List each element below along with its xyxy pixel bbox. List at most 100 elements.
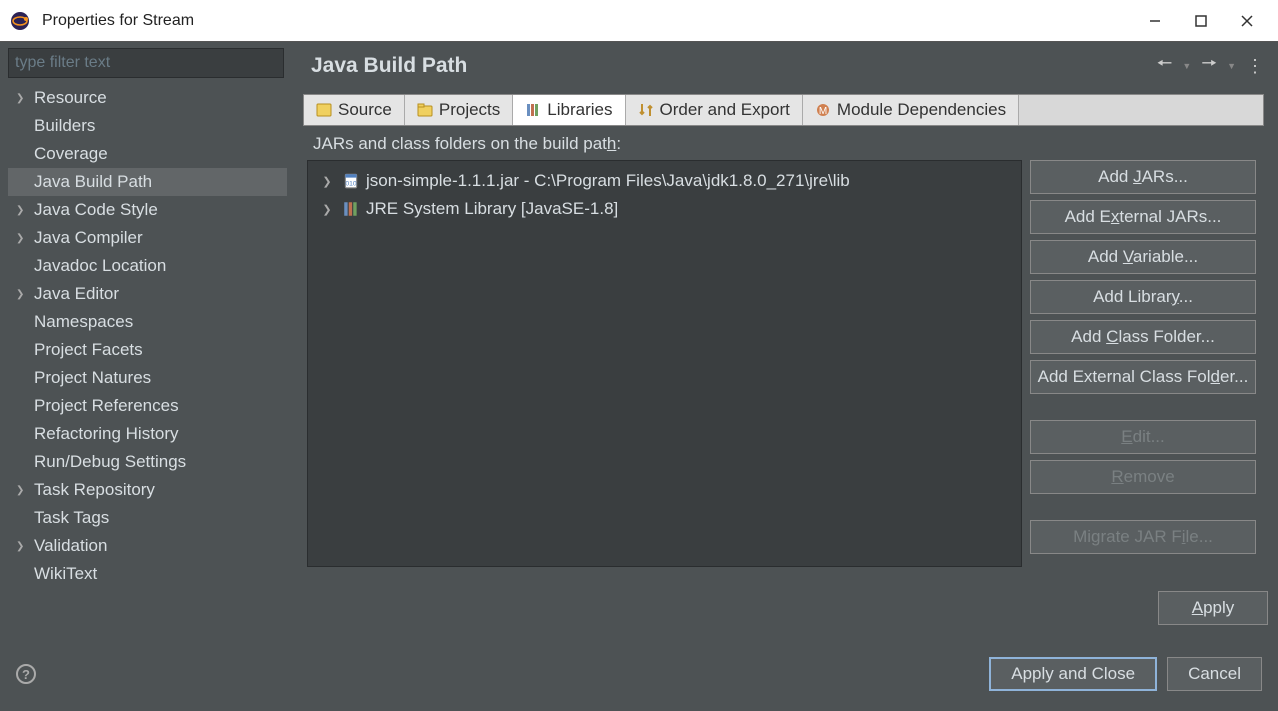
sidebar-item-task-tags[interactable]: Task Tags — [8, 504, 287, 532]
order-and-export-icon — [638, 102, 654, 118]
sidebar: ❯ Resource Builders Coverage Java Build Path… — [0, 42, 295, 633]
library-entry[interactable]: ❯ JRE System Library [JavaSE-1.8] — [312, 195, 1017, 223]
nav-forward-icon[interactable]: 🠖 — [1197, 49, 1221, 83]
sidebar-item-builders[interactable]: Builders — [8, 112, 287, 140]
header-nav: 🠔 ▼ 🠖 ▼ ⋮ — [1153, 49, 1266, 83]
tab-projects[interactable]: Projects — [405, 95, 513, 125]
libraries-icon — [525, 102, 541, 118]
window-controls — [1132, 5, 1270, 37]
add-variable-button[interactable]: Add Variable... — [1030, 240, 1256, 274]
sidebar-item-validation[interactable]: ❯ Validation — [8, 532, 287, 560]
eclipse-icon — [8, 9, 32, 33]
content-header: Java Build Path 🠔 ▼ 🠖 ▼ ⋮ — [299, 42, 1278, 90]
sidebar-item-label: Project Facets — [8, 340, 143, 360]
sidebar-item-label: WikiText — [8, 564, 97, 584]
add-external-jars-button[interactable]: Add External JARs... — [1030, 200, 1256, 234]
chevron-right-icon[interactable]: ❯ — [16, 93, 30, 104]
titlebar: Properties for Stream — [0, 0, 1278, 42]
sidebar-item-label: Javadoc Location — [8, 256, 166, 276]
apply-button[interactable]: Apply — [1158, 591, 1268, 625]
sidebar-item-resource[interactable]: ❯ Resource — [8, 84, 287, 112]
sidebar-item-namespaces[interactable]: Namespaces — [8, 308, 287, 336]
chevron-right-icon[interactable]: ❯ — [16, 233, 30, 244]
tab-label: Projects — [439, 100, 500, 120]
library-buttons: Add JARs... Add External JARs... Add Var… — [1030, 160, 1256, 567]
nav-back-dropdown-icon[interactable]: ▼ — [1182, 61, 1191, 71]
sidebar-item-java-code-style[interactable]: ❯ Java Code Style — [8, 196, 287, 224]
help-icon[interactable]: ? — [16, 664, 36, 684]
tab-label: Libraries — [547, 100, 612, 120]
close-button[interactable] — [1224, 5, 1270, 37]
apply-and-close-button[interactable]: Apply and Close — [989, 657, 1157, 691]
chevron-right-icon[interactable]: ❯ — [16, 541, 30, 552]
libraries-caption: JARs and class folders on the build path… — [303, 126, 1264, 160]
sidebar-item-refactoring-history[interactable]: Refactoring History — [8, 420, 287, 448]
lib-icon — [342, 200, 360, 218]
remove-button: Remove — [1030, 460, 1256, 494]
add-jars-button[interactable]: Add JARs... — [1030, 160, 1256, 194]
tab-label: Source — [338, 100, 392, 120]
module-dependencies-icon: M — [815, 102, 831, 118]
svg-text:M: M — [819, 106, 827, 117]
library-label: JRE System Library [JavaSE-1.8] — [366, 199, 618, 219]
tab-libraries[interactable]: Libraries — [513, 95, 625, 125]
add-external-class-folder-button[interactable]: Add External Class Folder... — [1030, 360, 1256, 394]
maximize-button[interactable] — [1178, 5, 1224, 37]
migrate-jar-button: Migrate JAR File... — [1030, 520, 1256, 554]
sidebar-item-javadoc-location[interactable]: Javadoc Location — [8, 252, 287, 280]
category-tree: ❯ Resource Builders Coverage Java Build Path… — [8, 84, 287, 588]
footer: ? Apply and Close Cancel — [0, 633, 1278, 711]
nav-forward-dropdown-icon[interactable]: ▼ — [1227, 61, 1236, 71]
sidebar-item-java-editor[interactable]: ❯ Java Editor — [8, 280, 287, 308]
sidebar-item-wikitext[interactable]: WikiText — [8, 560, 287, 588]
window-title: Properties for Stream — [42, 12, 1132, 30]
tab-order-and-export[interactable]: Order and Export — [626, 95, 803, 125]
page-title: Java Build Path — [311, 54, 1153, 78]
sidebar-item-label: Resource — [34, 88, 107, 108]
tab-source[interactable]: Source — [304, 95, 405, 125]
tabs: Source Projects Libraries Order and Export M… — [303, 94, 1264, 126]
chevron-right-icon[interactable]: ❯ — [16, 205, 30, 216]
libraries-list[interactable]: ❯010json-simple-1.1.1.jar - C:\Program F… — [307, 160, 1022, 567]
sidebar-item-label: Run/Debug Settings — [8, 452, 186, 472]
sidebar-item-label: Task Tags — [8, 508, 109, 528]
jar-icon: 010 — [342, 172, 360, 190]
chevron-right-icon[interactable]: ❯ — [16, 485, 30, 496]
sidebar-item-label: Validation — [34, 536, 107, 556]
sidebar-item-label: Project References — [8, 396, 179, 416]
sidebar-item-label: Java Editor — [34, 284, 119, 304]
chevron-right-icon[interactable]: ❯ — [16, 289, 30, 300]
content-pane: Java Build Path 🠔 ▼ 🠖 ▼ ⋮ Source Projects… — [295, 42, 1278, 633]
sidebar-item-project-facets[interactable]: Project Facets — [8, 336, 287, 364]
svg-text:010: 010 — [345, 181, 357, 188]
sidebar-item-label: Builders — [8, 116, 95, 136]
sidebar-item-label: Task Repository — [34, 480, 155, 500]
sidebar-item-coverage[interactable]: Coverage — [8, 140, 287, 168]
view-menu-icon[interactable]: ⋮ — [1242, 54, 1266, 79]
sidebar-item-java-compiler[interactable]: ❯ Java Compiler — [8, 224, 287, 252]
add-class-folder-button[interactable]: Add Class Folder... — [1030, 320, 1256, 354]
sidebar-item-run-debug-settings[interactable]: Run/Debug Settings — [8, 448, 287, 476]
sidebar-item-project-references[interactable]: Project References — [8, 392, 287, 420]
sidebar-item-label: Java Code Style — [34, 200, 158, 220]
chevron-right-icon[interactable]: ❯ — [318, 175, 336, 188]
nav-back-icon[interactable]: 🠔 — [1153, 49, 1177, 83]
minimize-button[interactable] — [1132, 5, 1178, 37]
library-entry[interactable]: ❯010json-simple-1.1.1.jar - C:\Program F… — [312, 167, 1017, 195]
chevron-right-icon[interactable]: ❯ — [318, 203, 336, 216]
edit-button: Edit... — [1030, 420, 1256, 454]
tab-label: Order and Export — [660, 100, 790, 120]
sidebar-item-task-repository[interactable]: ❯ Task Repository — [8, 476, 287, 504]
sidebar-item-label: Java Compiler — [34, 228, 143, 248]
filter-input[interactable] — [8, 48, 284, 78]
sidebar-item-java-build-path[interactable]: Java Build Path — [8, 168, 287, 196]
tab-label: Module Dependencies — [837, 100, 1006, 120]
add-library-button[interactable]: Add Library... — [1030, 280, 1256, 314]
sidebar-item-project-natures[interactable]: Project Natures — [8, 364, 287, 392]
cancel-button[interactable]: Cancel — [1167, 657, 1262, 691]
tab-module-dependencies[interactable]: M Module Dependencies — [803, 95, 1019, 125]
projects-icon — [417, 102, 433, 118]
sidebar-item-label: Java Build Path — [8, 172, 152, 192]
sidebar-item-label: Coverage — [8, 144, 108, 164]
sidebar-item-label: Project Natures — [8, 368, 151, 388]
